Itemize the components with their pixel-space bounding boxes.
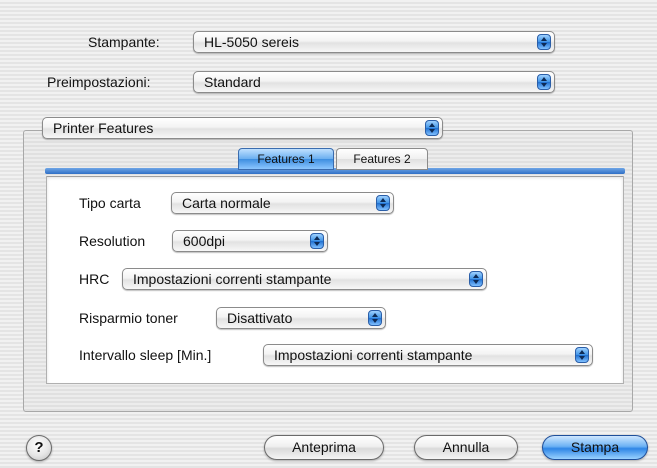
- presets-popup[interactable]: Standard: [193, 71, 555, 93]
- hrc-popup[interactable]: Impostazioni correnti stampante: [122, 268, 487, 290]
- popup-arrows-icon: [310, 233, 324, 249]
- toner-save-value: Disattivato: [227, 310, 293, 326]
- resolution-value: 600dpi: [183, 233, 226, 249]
- presets-label: Preimpostazioni:: [47, 74, 151, 90]
- tab-features-1[interactable]: Features 1: [238, 148, 334, 170]
- preview-button[interactable]: Anteprima: [264, 435, 384, 460]
- hrc-value: Impostazioni correnti stampante: [133, 271, 332, 287]
- popup-arrows-icon: [537, 34, 551, 50]
- resolution-popup[interactable]: 600dpi: [172, 230, 328, 252]
- sleep-popup[interactable]: Impostazioni correnti stampante: [263, 344, 593, 366]
- tab-bar-line: [45, 168, 625, 174]
- help-button[interactable]: ?: [26, 435, 52, 461]
- paper-type-popup[interactable]: Carta normale: [171, 192, 394, 214]
- print-button[interactable]: Stampa: [542, 435, 648, 460]
- paper-type-label: Tipo carta: [79, 195, 141, 211]
- popup-arrows-icon: [575, 347, 589, 363]
- toner-save-label: Risparmio toner: [79, 310, 178, 326]
- presets-popup-value: Standard: [204, 74, 261, 90]
- paper-type-value: Carta normale: [182, 195, 271, 211]
- cancel-button[interactable]: Annulla: [414, 435, 518, 460]
- tab-features-2[interactable]: Features 2: [336, 148, 428, 170]
- hrc-label: HRC: [79, 271, 110, 287]
- popup-arrows-icon: [537, 74, 551, 90]
- sleep-label: Intervallo sleep [Min.]: [79, 347, 212, 363]
- toner-save-popup[interactable]: Disattivato: [216, 307, 386, 329]
- sleep-value: Impostazioni correnti stampante: [274, 347, 473, 363]
- popup-arrows-icon: [376, 195, 390, 211]
- printer-popup-value: HL-5050 sereis: [204, 34, 299, 50]
- resolution-label: Resolution: [79, 233, 146, 249]
- popup-arrows-icon: [368, 310, 382, 326]
- section-popup[interactable]: Printer Features: [42, 117, 443, 139]
- popup-arrows-icon: [425, 120, 439, 136]
- printer-popup[interactable]: HL-5050 sereis: [193, 31, 555, 53]
- section-popup-value: Printer Features: [53, 120, 154, 136]
- printer-label: Stampante:: [88, 34, 160, 50]
- popup-arrows-icon: [469, 271, 483, 287]
